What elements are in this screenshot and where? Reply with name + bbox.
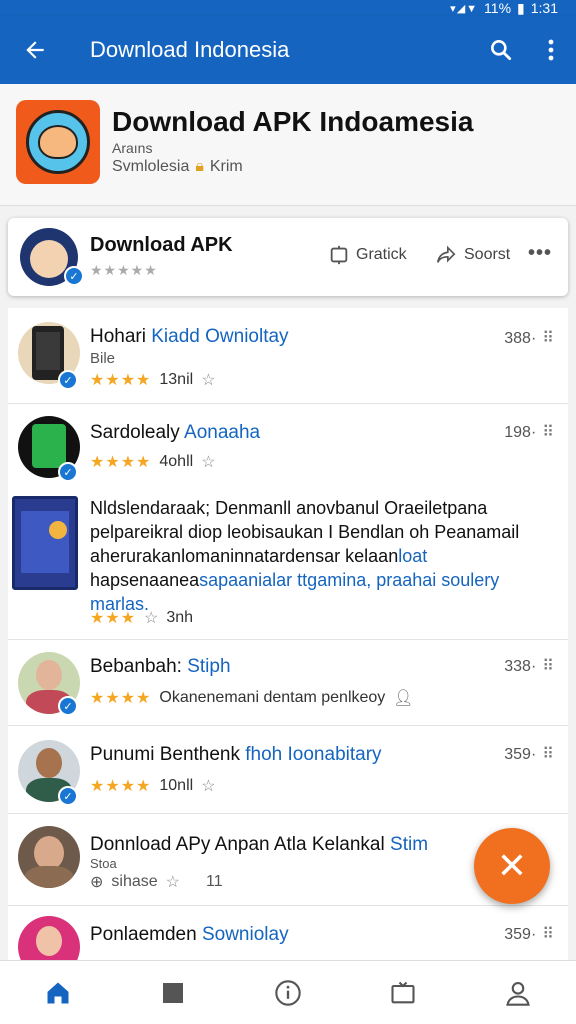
promo-text: Nldslendaraak; Denmanll anovbanul Oraeil… (90, 498, 520, 614)
verified-icon: ✓ (64, 266, 84, 286)
thumbnail (18, 826, 80, 888)
item-title: Hohari Kiadd Ownioltay (90, 326, 289, 347)
item-rating: ★★★★ 10nll ☆ (90, 776, 216, 796)
item-rating: ⊕ sihase ☆ 11 (90, 872, 223, 892)
promo-item[interactable]: Nldslendaraak; Denmanll anovbanul Oraeil… (8, 490, 568, 640)
review-count: sihase (111, 873, 158, 890)
item-count: 338· ⠿ (504, 658, 554, 675)
list-item[interactable]: ✓ Hohari Kiadd Ownioltay Bile ★★★★ 13nil… (8, 308, 568, 404)
featured-card[interactable]: ✓ Download APK ★★★★★ Gratick Soorst ••• (8, 218, 568, 296)
item-count: 359· ⠿ (504, 926, 554, 943)
app-bar-title: Download Indonesia (90, 37, 290, 62)
screen: ▾◢▼ 11% ▮ 1:31 Download Indonesia Downlo… (0, 0, 576, 1024)
search-icon[interactable] (476, 16, 526, 84)
item-rating: ★★★★ 4ohll ☆ (90, 452, 216, 472)
list-item[interactable]: ✓ Punumi Benthenk fhoh Ioonabitary ★★★★ … (8, 726, 568, 814)
item-title: Donnload APy Anpan Atla Kelankal Stim (90, 834, 429, 855)
item-title: Ponlaemden Sowniolay (90, 924, 289, 945)
share-button[interactable]: Soorst (434, 244, 510, 266)
more-horiz-icon[interactable]: ••• (528, 242, 552, 265)
status-bar: ▾◢▼ 11% ▮ 1:31 (0, 0, 576, 16)
item-subtitle: Stoa (90, 856, 117, 871)
star-rating: ★★★★ (90, 372, 152, 389)
review-count: 3nh (166, 609, 194, 626)
grid-icon: ⠿ (542, 330, 554, 347)
info-icon[interactable] (258, 963, 318, 1023)
item-title: Bebanbah: Stiph (90, 656, 231, 677)
card-rating: ★★★★★ (90, 262, 158, 278)
grid-icon: ⠿ (542, 658, 554, 675)
battery-icon: ▮ (517, 0, 525, 16)
item-rating: ★★★★ 13nil ☆ (90, 370, 216, 390)
lock-icon: 🔒︎ (195, 158, 204, 175)
battery-level: 11% (484, 0, 512, 16)
item-description: Okanenemani dentam penlkeoy (159, 689, 386, 706)
badge-icon: ⊕ (90, 874, 104, 891)
list-item[interactable]: ✓ Bebanbah: Stiph ★★★★ Okanenemani denta… (8, 640, 568, 726)
person-icon: 👤︎ (393, 690, 414, 707)
share-label: Soorst (464, 246, 511, 263)
close-icon[interactable]: ✕ (474, 828, 550, 904)
review-count: 4ohll (159, 453, 194, 470)
item-subtitle: Bile (90, 350, 116, 367)
star-outline-icon: ☆ (201, 372, 216, 389)
app-meta-label: Krim (209, 158, 243, 175)
item-count: 359· ⠿ (504, 746, 554, 763)
device-icon (330, 245, 348, 265)
tv-icon[interactable] (373, 963, 433, 1023)
app-subtitle: Araıns (112, 140, 153, 156)
more-vert-icon[interactable] (526, 16, 576, 84)
signal-icon: ▾◢▼ (450, 2, 479, 15)
star-outline-icon: ☆ (144, 610, 159, 627)
app-developer: Svmlolesia (112, 158, 190, 175)
item-rating: ★★★ ☆ 3nh (90, 608, 193, 628)
item-title: Sardolealy Aonaaha (90, 422, 261, 443)
gratick-button[interactable]: Gratick (328, 244, 407, 266)
item-title: Punumi Benthenk fhoh Ioonabitary (90, 744, 382, 765)
grid-icon: ⠿ (542, 926, 554, 943)
star-rating: ★★★ (90, 610, 137, 627)
person-icon[interactable] (488, 963, 548, 1023)
grid-icon: ⠿ (542, 746, 554, 763)
list-item[interactable]: ✓ Sardolealy Aonaaha ★★★★ 4ohll ☆ 198· ⠿ (8, 404, 568, 490)
gratick-label: Gratick (356, 246, 407, 263)
promo-image (12, 496, 78, 590)
list-item[interactable]: Ponlaemden Sowniolay 359· ⠿ (8, 906, 568, 960)
item-count: 198· ⠿ (504, 424, 554, 441)
verified-icon: ✓ (58, 462, 78, 482)
share-icon (436, 245, 456, 263)
clock: 1:31 (530, 0, 558, 16)
verified-icon: ✓ (58, 696, 78, 716)
stop-icon[interactable] (143, 963, 203, 1023)
app-logo (16, 100, 100, 184)
star-rating: ★★★★ (90, 454, 152, 471)
arrow-back-icon[interactable] (0, 16, 70, 84)
star-rating: ★★★★ (90, 778, 152, 795)
item-count: 388· ⠿ (504, 330, 554, 347)
item-number: 11 (206, 873, 223, 890)
item-rating: ★★★★ Okanenemani dentam penlkeoy 👤︎ (90, 688, 414, 708)
star-outline-icon: ☆ (201, 454, 216, 471)
app-title: Download APK Indoamesia (112, 106, 474, 137)
star-rating: ★★★★ (90, 690, 152, 707)
card-title: Download APK (90, 234, 233, 256)
star-outline-icon: ☆ (201, 778, 216, 795)
bottom-nav (0, 960, 576, 1024)
review-count: 13nil (159, 371, 194, 388)
star-outline-icon: ☆ (165, 874, 180, 891)
app-header: Download APK Indoamesia Araıns Svmlolesi… (0, 84, 576, 206)
review-count: 10nll (159, 777, 194, 794)
verified-icon: ✓ (58, 370, 78, 390)
app-meta: Svmlolesia 🔒︎ Krim (112, 158, 243, 176)
verified-icon: ✓ (58, 786, 78, 806)
home-icon[interactable] (28, 963, 88, 1023)
grid-icon: ⠿ (542, 424, 554, 441)
thumbnail (18, 916, 80, 960)
app-bar: Download Indonesia (0, 16, 576, 84)
